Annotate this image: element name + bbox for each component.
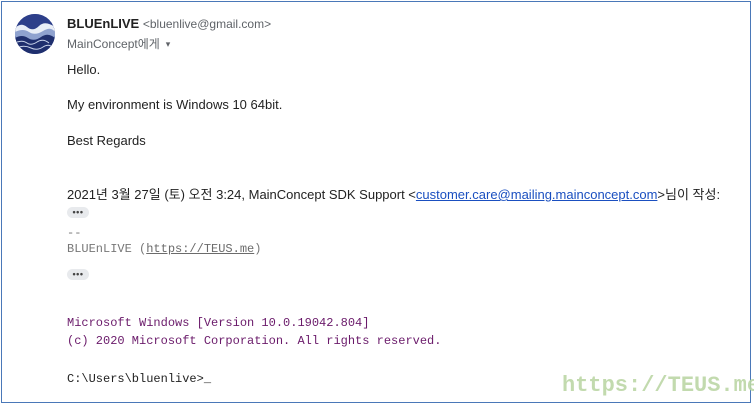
avatar-image [15,14,55,54]
signature-link[interactable]: https://TEUS.me [146,242,254,256]
chevron-down-icon: ▾ [165,39,171,49]
greeting-text: Hello. [67,62,101,77]
quote-email-link[interactable]: customer.care@mailing.mainconcept.com [416,187,658,202]
sender-line: BLUEnLIVE <bluenlive@gmail.com> [67,16,271,32]
body-line: My environment is Windows 10 64bit. [67,97,283,112]
prompt-text: C:\Users\bluenlive> [67,372,204,386]
prompt-cursor: _ [203,372,212,386]
sender-email: <bluenlive@gmail.com> [142,17,272,31]
show-trimmed-content-button-2[interactable]: ••• [67,269,89,280]
recipient-label: MainConcept에게 [67,37,160,51]
quote-prefix: 2021년 3월 27일 (토) 오전 3:24, MainConcept SD… [67,187,416,202]
signature-separator: -- [67,226,82,240]
signature-name: BLUEnLIVE ( [67,242,147,256]
console-line-1: Microsoft Windows [Version 10.0.19042.80… [67,316,370,330]
quote-header: 2021년 3월 27일 (토) 오전 3:24, MainConcept SD… [67,187,720,203]
console-line-2: (c) 2020 Microsoft Corporation. All righ… [67,334,442,348]
console-prompt: C:\Users\bluenlive>_ [67,372,211,386]
sender-name[interactable]: BLUEnLIVE [67,16,139,31]
recipient-dropdown[interactable]: MainConcept에게 ▾ [67,36,170,52]
show-trimmed-content-button[interactable]: ••• [67,207,89,218]
watermark: https://TEUS.me [562,373,754,398]
quote-suffix: >님이 작성: [657,187,721,202]
signature-line: BLUEnLIVE (https://TEUS.me) [67,242,261,256]
signature-close: ) [254,242,262,256]
closing-text: Best Regards [67,133,146,148]
sender-avatar[interactable] [15,14,55,54]
